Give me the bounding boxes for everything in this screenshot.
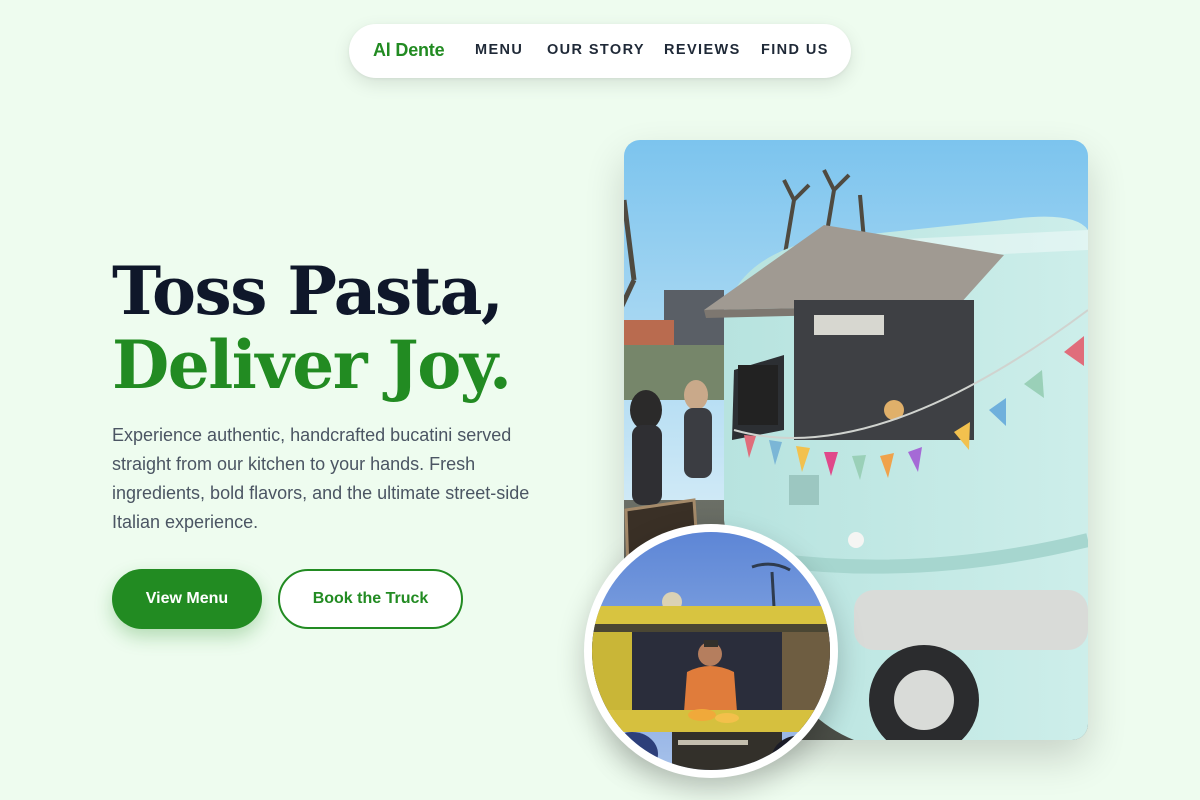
book-truck-button[interactable]: Book the Truck (278, 569, 463, 629)
view-menu-button[interactable]: View Menu (112, 569, 262, 629)
hero-description: Experience authentic, handcrafted bucati… (112, 425, 530, 532)
hero-headline-line2: Deliver Joy. (112, 326, 512, 404)
chef-at-night-stall-photo (584, 524, 838, 778)
nav-link-reviews[interactable]: REVIEWS (664, 42, 741, 58)
nav-link-find-us[interactable]: FIND US (761, 42, 829, 58)
hero-headline-line1: Toss Pasta, (112, 252, 504, 330)
nav-link-our-story[interactable]: OUR STORY (547, 42, 645, 58)
nav-link-menu[interactable]: MENU (475, 42, 523, 58)
top-navigation: Al Dente MENU OUR STORY REVIEWS FIND US (349, 24, 851, 78)
brand-logo[interactable]: Al Dente (373, 40, 445, 61)
